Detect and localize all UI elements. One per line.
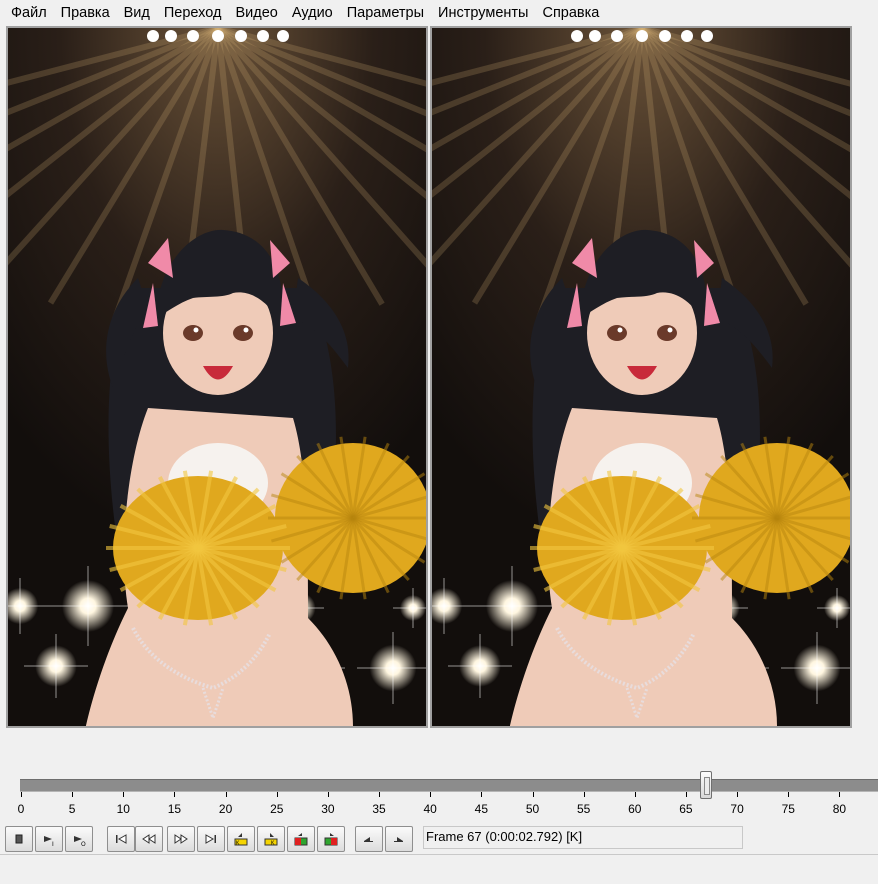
output-video-pane <box>430 26 852 728</box>
timeline-tick <box>379 792 381 797</box>
timeline-tick-label: 0 <box>17 802 25 816</box>
input-video-pane <box>6 26 428 728</box>
stop-icon <box>15 834 23 844</box>
step-back-button[interactable] <box>135 826 163 852</box>
menu-options[interactable]: Параметры <box>340 3 431 23</box>
menu-video[interactable]: Видео <box>228 3 284 23</box>
timeline-tick <box>583 792 585 797</box>
timeline-tick-label: 15 <box>167 802 182 816</box>
timeline-tick <box>327 792 329 797</box>
prev-keyframe-button[interactable]: K <box>227 826 255 852</box>
prev-scene-icon <box>294 833 308 846</box>
menu-edit[interactable]: Правка <box>54 3 117 23</box>
go-start-button[interactable] <box>107 826 135 852</box>
timeline-tick <box>634 792 636 797</box>
timeline-tick-label: 10 <box>116 802 130 816</box>
timeline-tick-label: 50 <box>525 802 540 816</box>
next-keyframe-button[interactable]: K <box>257 826 285 852</box>
next-keyframe-icon: K <box>264 833 278 847</box>
svg-text:I: I <box>52 841 54 847</box>
timeline-tick <box>737 792 739 797</box>
timeline-tick <box>276 792 278 797</box>
input-video-frame <box>8 28 426 726</box>
mark-out-button[interactable] <box>385 826 413 852</box>
go-start-icon <box>116 834 127 844</box>
timeline-tick <box>788 792 790 797</box>
timeline-tick-label: 25 <box>270 802 284 816</box>
timeline-tick-label: 30 <box>321 802 335 816</box>
timeline-tick <box>481 792 483 797</box>
status-bar <box>0 854 878 884</box>
timeline-tick <box>123 792 125 797</box>
next-scene-button[interactable] <box>317 826 345 852</box>
output-video-frame <box>432 28 850 726</box>
timeline-tick-label: 20 <box>218 802 233 816</box>
timeline-tick-label: 70 <box>730 802 744 816</box>
stop-button[interactable] <box>5 826 33 852</box>
menu-audio[interactable]: Аудио <box>285 3 340 23</box>
timeline-tick <box>174 792 176 797</box>
step-forward-icon <box>174 834 188 844</box>
timeline-tick-label: 80 <box>832 802 847 816</box>
step-forward-button[interactable] <box>167 826 195 852</box>
timeline-tick-label: 45 <box>474 802 489 816</box>
menu-tools[interactable]: Инструменты <box>431 3 535 23</box>
play-input-button[interactable]: I <box>35 826 63 852</box>
play-output-icon: O <box>74 836 86 847</box>
timeline-tick <box>430 792 432 797</box>
timeline-tick-label: 5 <box>68 802 76 816</box>
timeline-tick-label: 60 <box>628 802 642 816</box>
timeline-tick-label: 35 <box>372 802 386 816</box>
mark-in-icon <box>364 837 373 842</box>
step-back-icon <box>142 834 156 844</box>
mark-in-button[interactable] <box>355 826 383 852</box>
timeline-ruler: 0 5 10 15 20 25 30 35 40 45 50 55 60 65 70 75 80 <box>0 792 878 818</box>
timeline-tick <box>225 792 227 797</box>
menu-file[interactable]: Файл <box>4 3 54 23</box>
timeline-tick-label: 65 <box>679 802 693 816</box>
prev-keyframe-icon: K <box>234 833 248 847</box>
menu-view[interactable]: Вид <box>117 3 157 23</box>
timeline-tick <box>72 792 74 797</box>
menu-go[interactable]: Переход <box>157 3 229 23</box>
menu-help[interactable]: Справка <box>535 3 606 23</box>
mark-out-icon <box>394 837 403 842</box>
play-output-button[interactable]: O <box>65 826 93 852</box>
timeline-tick-label: 40 <box>423 802 437 816</box>
go-end-icon <box>205 834 216 844</box>
timeline-tick-label: 75 <box>781 802 795 816</box>
frame-position-field[interactable]: Frame 67 (0:00:02.792) [K] <box>423 826 743 849</box>
prev-scene-button[interactable] <box>287 826 315 852</box>
next-scene-icon <box>324 833 338 846</box>
timeline-tick <box>21 792 22 797</box>
timeline-tick <box>839 792 841 797</box>
playback-toolbar: IOKK <box>5 826 425 852</box>
svg-text:O: O <box>81 841 86 847</box>
timeline-tick-label: 55 <box>576 802 591 816</box>
timeline-tick <box>685 792 687 797</box>
timeline-track[interactable] <box>20 779 878 792</box>
timeline-tick <box>532 792 534 797</box>
menu-bar: Файл Правка Вид Переход Видео Аудио Параметры И… <box>0 0 878 26</box>
go-end-button[interactable] <box>197 826 225 852</box>
play-input-icon: I <box>44 836 54 847</box>
